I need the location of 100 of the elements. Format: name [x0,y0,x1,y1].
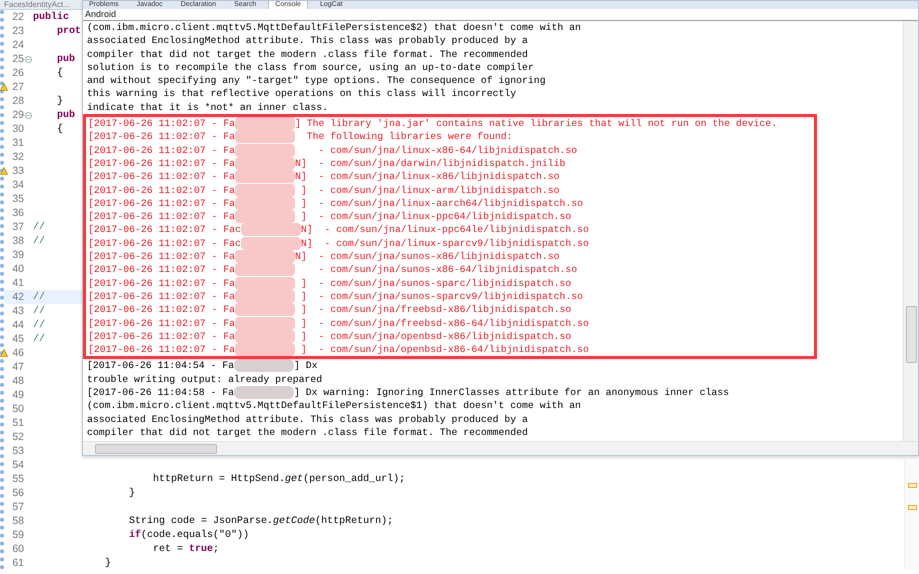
line-number: 52 [11,431,24,443]
line-number: 55 [11,473,24,485]
redaction-blur [234,263,295,276]
warning-marker[interactable] [908,505,917,510]
log-message: ] - com/sun/jna/sunos-sparc/libjnidispatch.so [300,278,572,289]
code-line: // [33,222,46,232]
line-number: 50 [11,403,24,415]
log-message: N] - com/sun/jna/sunos-x86/libjnidispatch.so [294,251,560,262]
log-message: ] - com/sun/jna/linux-arm/libjnidispatch.so [300,184,560,196]
console-line: (com.ibm.micro.client.mqttv5.MqttDefaultFilePersistence$1) that doesn't come with an [87,399,582,413]
log-timestamp: [2017-06-26 11:02:07 - Fa [88,198,235,209]
collapse-icon[interactable] [25,112,32,118]
console-line: associated EnclosingMethod attribute. This class was probably produced by a [87,34,529,48]
line-number: 42 [11,291,24,303]
redaction-blur [234,117,295,130]
log-timestamp: [2017-06-26 11:04:58 - Fa [87,387,234,398]
line-number: 51 [11,417,24,429]
console-line: trouble writing output: already prepared [87,372,324,386]
log-timestamp: [2017-06-26 11:02:07 - Fa [88,264,235,276]
code-line: } [56,96,64,106]
code-line: // [33,306,46,316]
redaction-blur [240,223,301,236]
console-line: and without specifying any "-target" type options. The consequence of ignoring [87,74,547,88]
code-line: // [33,292,46,302]
line-number: 46 [11,347,24,359]
code-line: prot [56,26,82,36]
redaction-blur [234,130,295,144]
redaction-blur [234,359,294,372]
line-number: 32 [11,151,24,163]
log-timestamp: [2017-06-26 11:02:07 - Fa [88,144,235,156]
line-number: 27 [11,81,24,93]
line-number: 58 [11,515,24,527]
line-number: 26 [11,67,24,79]
line-number: 57 [11,501,24,513]
line-number: 28 [11,95,24,107]
log-message: ] - com/sun/jna/freebsd-x86/libjnidispatch.so [300,304,572,316]
code-line: // [33,320,46,330]
redaction-blur [234,303,295,316]
line-number: 44 [11,319,24,331]
line-number: 30 [11,123,24,135]
log-message: N] - com/sun/jna/linux-sparcv9/libjnidispatch.so [300,238,589,249]
line-number: 29 [11,109,24,121]
log-timestamp: [2017-06-26 11:02:07 - Fa [88,278,235,289]
code-line: // [33,236,46,246]
code-line: } [128,488,136,498]
code-line: String code = JsonParse.getCode(httpReturn); [128,516,394,526]
line-number: 45 [11,333,24,345]
line-number: 24 [11,39,24,51]
code-line: httpReturn = HttpSend.get(person_add_url); [152,474,406,484]
log-timestamp: [2017-06-26 11:02:07 - Fa [88,251,235,262]
code-line: } [104,558,112,568]
log-message: - com/sun/jna/sunos-x86-64/libjnidispatch.so [318,264,578,276]
redaction-blur [234,343,295,356]
vertical-scrollbar[interactable] [903,21,918,441]
code-line: pub [56,54,76,64]
line-number: 54 [11,459,24,471]
code-line: if(code.equals("0")) [128,530,250,540]
log-message: ] - com/sun/jna/sunos-sparcv9/libjnidispatch.so [300,290,584,302]
redaction-blur [240,236,301,250]
code-line: pub [56,110,76,120]
log-timestamp: [2017-06-26 11:02:07 - Fa [88,330,235,342]
line-number: 43 [11,305,24,317]
log-message: ] Dx warning: Ignoring InnerClasses attribute for an anonymous inner class [294,387,730,398]
log-message: ] The library 'jna.jar' contains native libraries that will not run on the device. [294,118,778,130]
log-timestamp: [2017-06-26 11:02:07 - Fa [88,118,235,130]
log-message: ] - com/sun/jna/freebsd-x86-64/libjnidispatch.so [300,318,589,329]
line-number: 22 [11,11,24,23]
log-message: The following libraries were found: [306,131,513,142]
redaction-blur [234,184,295,197]
horizontal-scrollbar[interactable] [83,441,918,455]
code-line: { [56,68,64,78]
console-line: associated EnclosingMethod attribute. This class was probably produced by a [87,412,529,426]
line-number: 49 [11,389,24,401]
line-number: 35 [11,193,24,205]
log-timestamp: [2017-06-26 11:02:07 - Fac [88,238,241,249]
warning-marker[interactable] [908,483,917,488]
log-timestamp: [2017-06-26 11:02:07 - Fa [88,171,235,182]
editor-tab[interactable]: FacesIdentityAct... [0,0,70,9]
console-line: indicate that it is *not* an inner class. [87,100,330,114]
collapse-icon[interactable] [25,56,32,62]
line-number: 25 [11,53,24,65]
line-number: 56 [11,487,24,499]
log-timestamp: [2017-06-26 11:02:07 - Fa [88,304,235,316]
line-number: 23 [11,25,24,37]
console-line: compiler that did not target the modern .class file format. The recommended [87,48,529,61]
log-timestamp: [2017-06-26 11:02:07 - Fa [88,158,235,169]
console-line: this warning is that reflective operations on this class will incorrectly [87,87,518,101]
log-timestamp: [2017-06-26 11:02:07 - Fa [88,344,235,356]
log-message: N] - com/sun/jna/linux-x86/libjnidispatch.so [294,171,560,182]
redaction-blur [234,276,295,290]
line-number: 31 [11,137,24,149]
log-message: ] - com/sun/jna/openbsd-x86/libjnidispatch.so [300,330,572,342]
redaction-blur [234,386,294,400]
console-title: Android [83,9,918,21]
line-number: 53 [11,445,24,457]
log-timestamp: [2017-06-26 11:02:07 - Fa [88,131,235,142]
log-timestamp: [2017-06-26 11:02:07 - Fa [88,290,235,302]
redaction-blur [234,170,295,184]
log-message: ] - com/sun/jna/openbsd-x86-64/libjnidispatch.so [300,344,589,356]
line-number: 34 [11,179,24,191]
